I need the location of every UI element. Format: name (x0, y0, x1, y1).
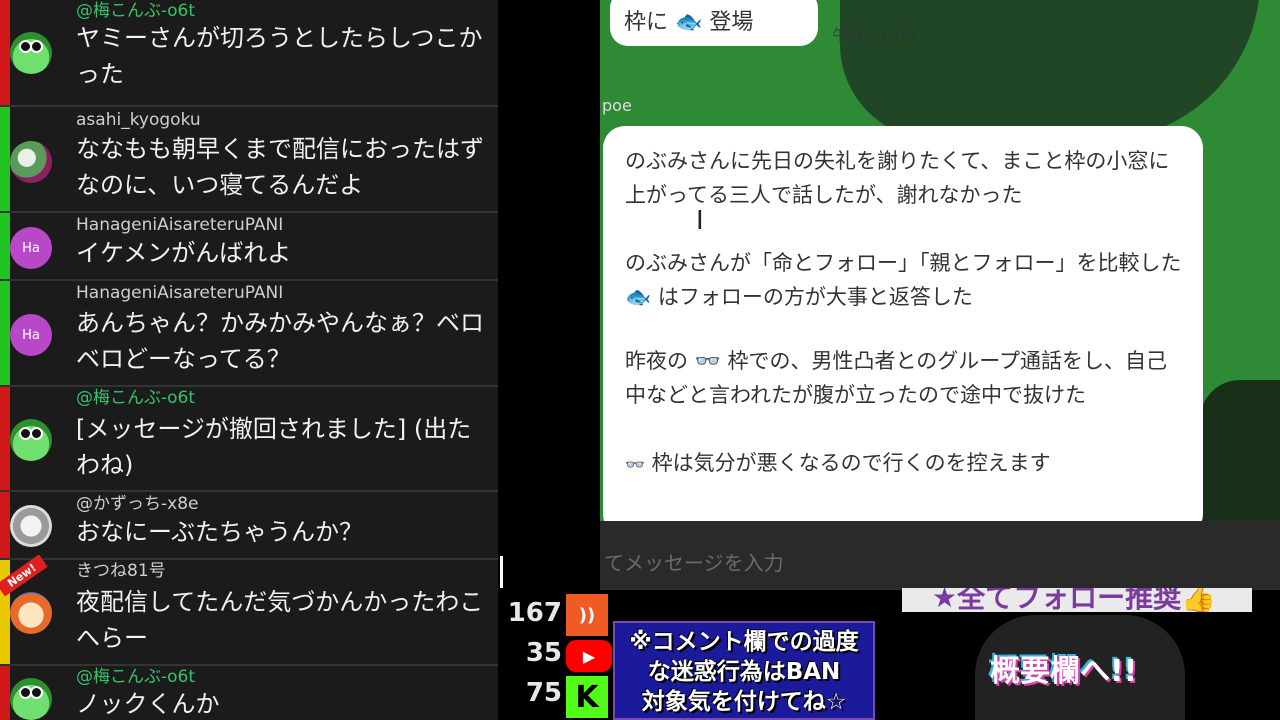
chat-author[interactable]: @かずっち-x8e (76, 493, 198, 515)
chat-message: @梅こんぶ-o6t ヤミーさんが切ろうとしたらしつこかった (0, 0, 498, 107)
rss-icon: )) (566, 594, 608, 636)
chat-author[interactable]: @梅こんぶ-o6t (76, 387, 195, 409)
count-youtube: 35 (525, 638, 562, 668)
chat-text: 夜配信してたんだ気づかんかったわこへらー (76, 588, 484, 652)
message-color-bar (0, 666, 10, 720)
chat-panel: @梅こんぶ-o6t ヤミーさんが切ろうとしたらしつこかった asahi_kyog… (0, 0, 498, 720)
chat-text: イケメンがんばれよ (76, 239, 292, 267)
kick-icon: K (566, 676, 608, 718)
notice-panel: ※コメント欄での過度 な迷惑行為はBAN 対象気を付けてね☆ (613, 621, 875, 720)
user-initials-avatar: Ha (10, 314, 52, 356)
message-color-bar (0, 0, 10, 105)
message-color-bar (0, 387, 10, 490)
chat-author[interactable]: @梅こんぶ-o6t (76, 0, 195, 22)
bubble-text: 枠に 🐟 登場 (624, 10, 754, 35)
chat-message: @梅こんぶ-o6t [メッセージが撤回されました] (出たわね) (0, 387, 498, 492)
text-caret (500, 556, 503, 588)
anime-avatar-icon (10, 141, 52, 183)
chat-text: ななもも朝早くまで配信におったはずなのに、いつ寝てるんだよ (76, 135, 484, 199)
bubble-text: 枠は気分が悪くなるので行くのを控えます (651, 451, 1051, 475)
message-color-bar (0, 281, 10, 385)
fox-avatar-icon (10, 592, 52, 634)
count-rss: 167 (507, 598, 562, 628)
notice-line: ※コメント欄での過度 (629, 629, 859, 655)
message-input[interactable]: てメッセージを入力 (600, 521, 1280, 590)
message-color-bar (0, 492, 10, 558)
fish-icon: 🐟 (625, 285, 652, 309)
banner-text: ★全てフォロー推奨👍 (932, 588, 1216, 612)
chat-text: ノックくんか (76, 690, 220, 718)
chat-message: Ha HanageniAisareteruPANI あんちゃん？かみかみやんなぁ… (0, 281, 498, 387)
chat-message: @梅こんぶ-o6t ノックくんか (0, 666, 498, 720)
chat-text: あんちゃん？かみかみやんなぁ？ベロベロどーなってる？ (76, 309, 484, 373)
chat-message: @かずっち-x8e おなにーぶたちゃうんか？ (0, 492, 498, 560)
chat-text: ヤミーさんが切ろうとしたらしつこかった (76, 24, 483, 88)
chat-text: [メッセージが撤回されました] (出たわね) (76, 415, 472, 479)
chat-author[interactable]: きつね81号 (76, 560, 166, 582)
chat-text: おなにーぶたちゃうんか？ (76, 518, 364, 546)
youtube-icon: ▶ (566, 640, 612, 672)
bubble-paragraph: 👓 枠は気分が悪くなるので行くのを控えます (625, 446, 1185, 482)
description-link-text: 概要欄へ!! (990, 654, 1138, 689)
notice-line: な迷惑行為はBAN (647, 659, 841, 685)
coin-avatar-icon (10, 505, 52, 547)
chat-message: New! きつね81号 夜配信してたんだ気づかんかったわこへらー (0, 554, 498, 666)
chat-message: asahi_kyogoku ななもも朝早くまで配信におったはずなのに、いつ寝てる… (0, 107, 498, 213)
message-color-bar (0, 107, 10, 211)
frog-avatar-icon (10, 32, 52, 74)
bubble-paragraph: 🐟 はフォローの方が大事と返答した (625, 280, 1185, 314)
chat-message: Ha HanageniAisareteruPANI イケメンがんばれよ (0, 213, 498, 281)
message-bubble: 枠に 🐟 登場 (610, 0, 818, 46)
input-placeholder: てメッセージを入力 (604, 551, 784, 575)
chat-author[interactable]: asahi_kyogoku (76, 109, 201, 131)
count-kick: 75 (525, 678, 562, 708)
glasses-icon: 👓 (625, 455, 645, 474)
background-character-shape (1200, 380, 1280, 530)
text-cursor-icon: I (696, 206, 704, 236)
bubble-text: はフォローの方が大事と返答した (657, 285, 973, 309)
background-character-shape (840, 0, 1260, 140)
sender-name: poe (602, 96, 632, 115)
message-bubble-main: のぶみさんに先日の失礼を謝りたくて、まこと枠の小窓に上がってる三人で話したが、謝… (603, 126, 1203, 536)
chat-author[interactable]: HanageniAisareteruPANI (76, 282, 283, 304)
follow-banner: ★全てフォロー推奨👍 (902, 588, 1252, 612)
message-color-bar (0, 213, 10, 279)
bubble-paragraph: のぶみさんが「命とフォロー」「親とフォロー」を比較した (625, 251, 1182, 275)
frog-avatar-icon (10, 678, 52, 720)
stream-view: 枠に 🐟 登場 午前 11:09 poe のぶみさんに先日の失礼を謝りたくて、ま… (600, 0, 1280, 590)
viewer-counts: 167 35 75 (500, 596, 564, 720)
chat-author[interactable]: @梅こんぶ-o6t (76, 666, 195, 688)
user-initials-avatar: Ha (10, 227, 52, 269)
chat-author[interactable]: HanageniAisareteruPANI (76, 214, 283, 236)
bubble-paragraph: 昨夜の 👓 枠での、男性凸者とのグループ通話をし、自己中などと言われたが腹が立っ… (625, 349, 1168, 407)
frog-avatar-icon (10, 419, 52, 461)
bubble-paragraph: のぶみさんに先日の失礼を謝りたくて、まこと枠の小窓に上がってる三人で話したが、謝… (625, 149, 1170, 207)
notice-line: 対象気を付けてね☆ (641, 689, 847, 715)
message-time: 午前 11:09 (832, 26, 916, 45)
